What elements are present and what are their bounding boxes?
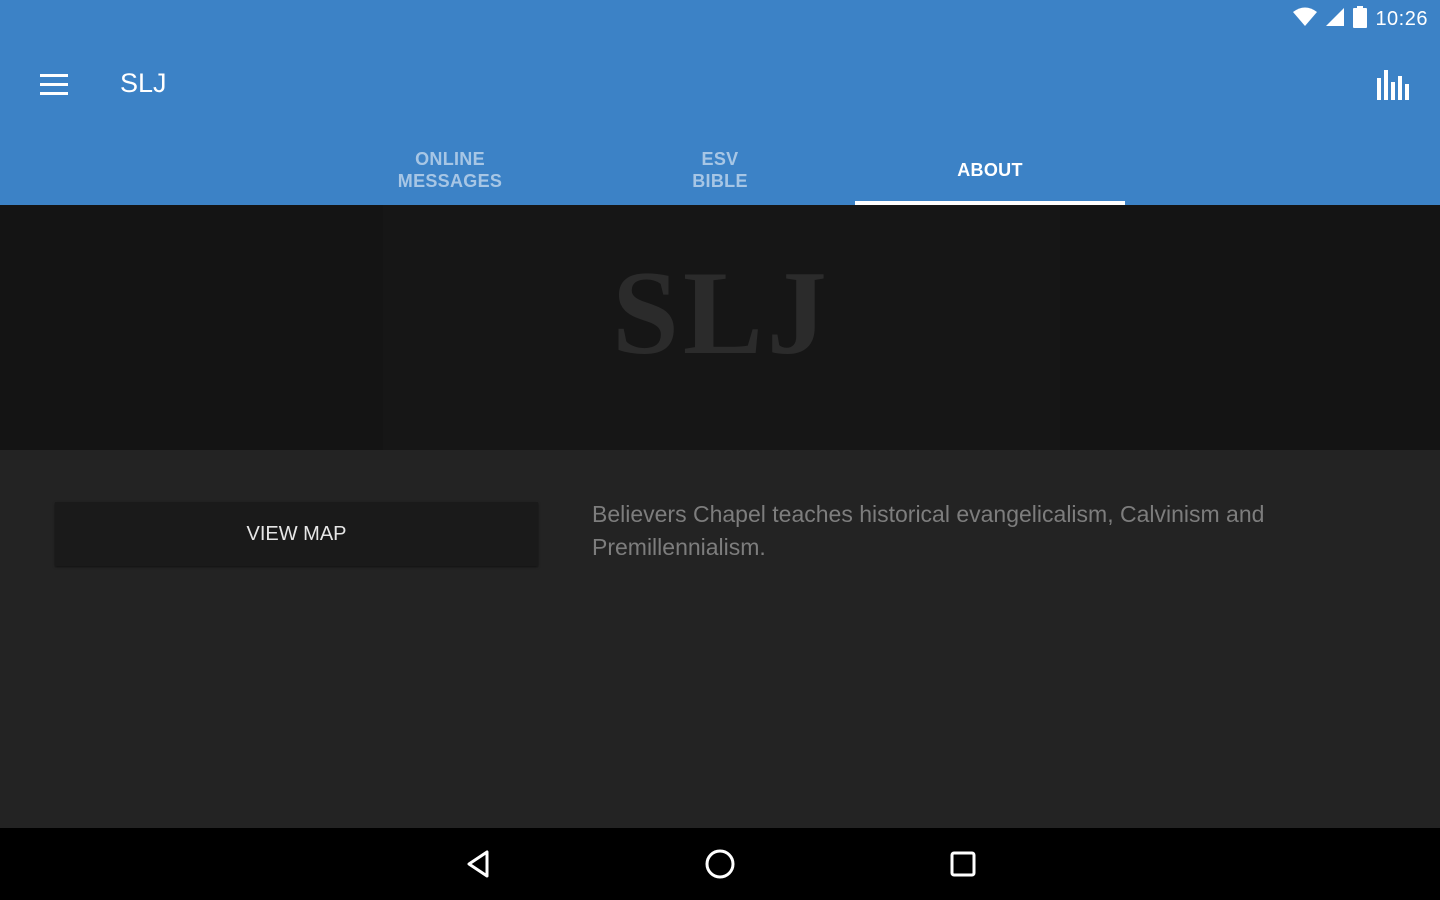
home-icon[interactable] — [702, 846, 738, 882]
navigation-bar — [0, 828, 1440, 900]
recents-icon[interactable] — [945, 846, 981, 882]
status-time: 10:26 — [1375, 7, 1428, 30]
app-bar: 10:26 SLJ ONLINE MESSAGES ESV BIBLE ABOU… — [0, 0, 1440, 205]
hamburger-menu-icon[interactable] — [36, 70, 72, 100]
status-bar: 10:26 — [1293, 0, 1440, 38]
wifi-icon — [1293, 7, 1318, 32]
banner: SLJ — [0, 205, 1440, 450]
tab-esv-bible[interactable]: ESV BIBLE — [585, 135, 855, 205]
tab-online-messages[interactable]: ONLINE MESSAGES — [315, 135, 585, 205]
cell-signal-icon — [1325, 7, 1345, 32]
battery-icon — [1353, 5, 1368, 33]
slj-logo: SLJ — [612, 245, 831, 379]
banner-logo-area: SLJ — [383, 205, 1060, 450]
tab-about[interactable]: ABOUT — [855, 135, 1125, 205]
tab-label: ONLINE MESSAGES — [397, 149, 503, 191]
back-icon[interactable] — [461, 846, 497, 882]
about-description: Believers Chapel teaches historical evan… — [592, 501, 1265, 560]
app-title: SLJ — [120, 68, 167, 98]
screen: 10:26 SLJ ONLINE MESSAGES ESV BIBLE ABOU… — [0, 0, 1440, 900]
view-map-button[interactable]: VIEW MAP — [55, 502, 538, 566]
tab-label: ESV BIBLE — [692, 149, 748, 191]
tab-label: ABOUT — [957, 160, 1023, 180]
tab-bar: ONLINE MESSAGES ESV BIBLE ABOUT — [315, 135, 1125, 205]
bar-chart-icon[interactable] — [1374, 66, 1410, 102]
about-content: VIEW MAP Believers Chapel teaches histor… — [0, 450, 1440, 828]
